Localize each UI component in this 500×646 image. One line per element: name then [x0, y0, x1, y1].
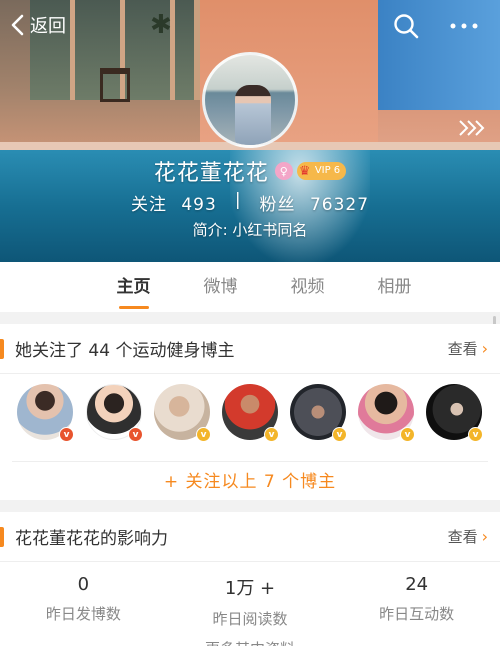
recommended-avatars: v v v v v v v [0, 384, 500, 446]
view-more-label: 查看 [447, 528, 478, 546]
top-nav: 返回 [0, 0, 500, 50]
chevron-right-icon: › [481, 339, 488, 358]
profile-intro: 简介: 小红书同名 [192, 221, 308, 239]
metric-reads[interactable]: 1万 + 昨日阅读数 [167, 574, 334, 629]
metric-posts[interactable]: 0 昨日发博数 [0, 574, 167, 629]
follow-title-wrap: 她关注了 44 个运动健身博主 [0, 336, 234, 361]
blogger-avatar[interactable]: v [154, 384, 211, 442]
chair-graphic [100, 68, 130, 102]
verified-icon: v [196, 427, 211, 442]
influence-title-wrap: 花花董花花的影响力 [0, 524, 168, 549]
chevron-left-icon [11, 14, 24, 36]
follow-section: 她关注了 44 个运动健身博主 查看 › v v v v v v v + 关注以… [0, 324, 500, 500]
blogger-avatar[interactable]: v [358, 384, 415, 442]
more-data-link[interactable]: 更多其中资料 [0, 638, 500, 646]
fans-label: 粉丝 [259, 195, 296, 215]
metric-value: 1万 + [224, 578, 276, 599]
back-label: 返回 [30, 16, 66, 37]
blogger-avatar[interactable]: v [86, 384, 143, 442]
influence-metrics: 0 昨日发博数 1万 + 昨日阅读数 24 昨日互动数 [0, 562, 500, 629]
blogger-avatar[interactable]: v [222, 384, 279, 442]
following-stat[interactable]: 关注 493 [127, 190, 221, 215]
influence-section-header: 花花董花花的影响力 查看 › [0, 512, 500, 562]
tab-home[interactable]: 主页 [90, 262, 177, 312]
accent-bar [0, 338, 4, 359]
verified-icon: v [332, 427, 347, 442]
profile-avatar[interactable] [202, 52, 298, 148]
fans-stat[interactable]: 粉丝 76327 [256, 190, 374, 215]
back-button[interactable]: 返回 [10, 8, 66, 42]
profile-tabs: 主页 微博 视频 相册 [0, 262, 500, 312]
tab-weibo[interactable]: 微博 [177, 262, 264, 312]
verified-icon: v [59, 427, 74, 442]
double-chevron-right-icon[interactable] [458, 118, 486, 138]
avatar-person [235, 85, 271, 145]
influence-section: 花花董花花的影响力 查看 › 0 昨日发博数 1万 + 昨日阅读数 24 昨日互… [0, 512, 500, 646]
follow-all-button[interactable]: + 关注以上 7 个博主 [12, 461, 488, 499]
metric-value: 0 [77, 574, 90, 595]
fans-count: 76327 [309, 195, 370, 215]
username: 花花董花花 [153, 161, 269, 186]
vip-label: VIP 6 [314, 165, 341, 176]
metric-value: 24 [405, 574, 429, 595]
view-more-label: 查看 [447, 340, 478, 358]
female-icon: ♀ [274, 162, 293, 180]
tab-album[interactable]: 相册 [351, 262, 438, 312]
chevron-right-icon: › [481, 527, 488, 546]
profile-stats: 关注 493 | 粉丝 76327 [0, 190, 500, 215]
influence-view-more-link[interactable]: 查看 › [448, 526, 488, 547]
follow-section-header: 她关注了 44 个运动健身博主 查看 › [0, 324, 500, 374]
metric-interactions[interactable]: 24 昨日互动数 [333, 574, 500, 629]
follow-view-more-link[interactable]: 查看 › [448, 338, 488, 359]
tab-video[interactable]: 视频 [264, 262, 351, 312]
verified-icon: v [400, 427, 415, 442]
following-label: 关注 [130, 195, 167, 215]
verified-icon: v [468, 427, 483, 442]
following-count: 493 [181, 195, 217, 215]
more-icon[interactable] [448, 12, 480, 40]
blogger-avatar[interactable]: v [290, 384, 347, 442]
verified-icon: v [264, 427, 279, 442]
accent-bar [0, 526, 4, 547]
verified-icon: v [128, 427, 143, 442]
crown-icon: ♛ [298, 164, 311, 179]
metric-label: 昨日发博数 [45, 605, 121, 623]
search-icon[interactable] [392, 12, 420, 40]
metric-label: 昨日互动数 [379, 605, 455, 623]
vip-badge[interactable]: ♛ VIP 6 [296, 162, 347, 180]
stats-separator: | [234, 190, 242, 210]
username-row: 花花董花花 ♀ ♛ VIP 6 [0, 155, 500, 187]
metric-label: 昨日阅读数 [212, 610, 288, 628]
follow-section-title: 她关注了 44 个运动健身博主 [15, 341, 235, 361]
blogger-avatar[interactable]: v [17, 384, 74, 442]
influence-section-title: 花花董花花的影响力 [15, 529, 168, 549]
blogger-avatar[interactable]: v [426, 384, 483, 442]
